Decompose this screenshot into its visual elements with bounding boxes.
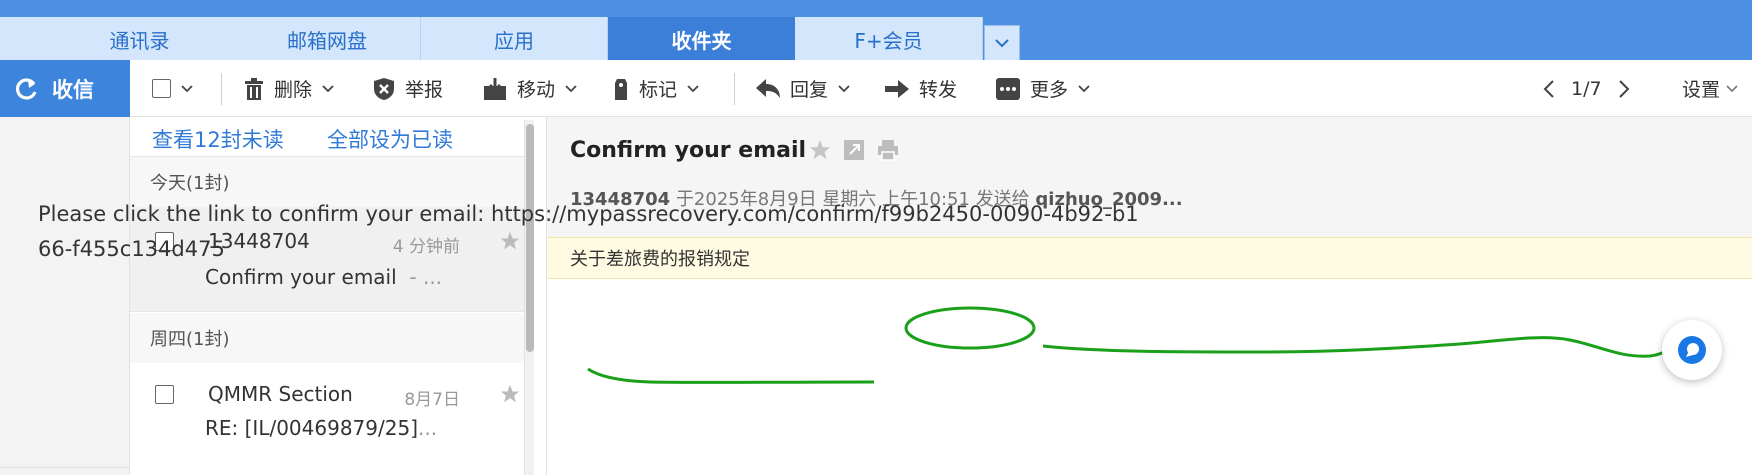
tab-label: 通讯录	[109, 28, 170, 53]
settings-button[interactable]: 设置	[1682, 60, 1748, 117]
reply-icon	[756, 78, 780, 98]
list-scrollbar[interactable]	[524, 120, 534, 475]
reading-pane: Confirm your email 13448704 于2025年8月9日 星…	[547, 117, 1752, 475]
chevron-right-icon[interactable]	[1618, 79, 1630, 99]
delete-button[interactable]: 删除	[244, 60, 344, 117]
tab-more-dropdown[interactable]	[984, 25, 1020, 61]
tab-label: 收件夹	[671, 28, 732, 53]
chevron-left-icon[interactable]	[1543, 79, 1555, 99]
mail-list: 查看12封未读 全部设为已读 今天(1封) 13448704 4 分钟前 Con…	[130, 117, 530, 475]
settings-label: 设置	[1682, 79, 1721, 101]
mail-title: Confirm your email	[570, 138, 807, 163]
move-label: 移动	[517, 79, 556, 101]
report-label: 举报	[405, 79, 444, 101]
select-all-checkbox[interactable]	[152, 60, 203, 117]
tab-label: F+会员	[854, 28, 923, 53]
popout-icon[interactable]	[843, 139, 865, 161]
tag-icon	[615, 78, 627, 100]
list-item[interactable]: QMMR Section 8月7日 RE: [IL/00469879/25]..…	[130, 363, 530, 468]
group-header-thursday: 周四(1封)	[130, 313, 530, 363]
refresh-icon	[15, 77, 37, 100]
mark-all-read-link[interactable]: 全部设为已读	[327, 124, 453, 154]
forward-button[interactable]: 转发	[885, 60, 957, 117]
star-icon[interactable]	[809, 139, 831, 161]
view-unread-link[interactable]: 查看12封未读	[152, 124, 284, 154]
reply-button[interactable]: 回复	[756, 60, 860, 117]
chat-fab-button[interactable]	[1662, 320, 1722, 380]
forward-label: 转发	[919, 79, 958, 101]
star-icon[interactable]	[500, 384, 520, 404]
more-label: 更多	[1030, 79, 1069, 101]
chevron-down-icon	[1078, 84, 1090, 92]
toolbar-divider	[734, 73, 735, 105]
receive-label: 收信	[52, 77, 94, 102]
delete-label: 删除	[274, 79, 313, 101]
mail-snippet: ...	[418, 416, 438, 440]
mark-button[interactable]: 标记	[613, 60, 709, 117]
folder-sidebar	[0, 117, 130, 475]
mail-body: Please click the link to confirm your em…	[38, 197, 1148, 267]
trash-icon	[245, 77, 263, 100]
group-label: 今天(1封)	[150, 173, 230, 194]
mail-subject-line: Confirm your email - ...	[205, 265, 442, 289]
chevron-down-icon	[565, 84, 577, 92]
toolbar-divider	[221, 73, 222, 105]
checkbox[interactable]	[152, 79, 171, 98]
shield-icon	[374, 77, 394, 100]
mail-subject: Confirm your email	[205, 265, 397, 289]
mail-time: 8月7日	[404, 390, 460, 410]
mail-subject-line: RE: [IL/00469879/25]...	[205, 416, 437, 440]
pager: 1/7	[1543, 60, 1630, 117]
chevron-down-icon	[322, 84, 334, 92]
more-icon	[996, 77, 1020, 100]
chevron-down-icon	[687, 84, 699, 92]
chevron-down-icon	[838, 84, 850, 92]
tab-netdisk[interactable]: 邮箱网盘	[234, 17, 421, 61]
reply-label: 回复	[790, 79, 829, 101]
forward-icon	[885, 79, 909, 98]
mail-checkbox[interactable]	[155, 385, 174, 404]
page-indicator: 1/7	[1571, 77, 1602, 100]
move-button[interactable]: 移动	[483, 60, 587, 117]
tab-label: 邮箱网盘	[287, 28, 367, 53]
tab-vip[interactable]: F+会员	[795, 17, 983, 61]
chevron-down-icon	[181, 84, 193, 92]
move-icon	[484, 77, 506, 100]
tab-inbox[interactable]: 收件夹	[608, 17, 795, 61]
list-actions: 查看12封未读 全部设为已读	[130, 117, 530, 157]
chevron-down-icon	[1726, 84, 1738, 92]
group-label: 周四(1封)	[150, 329, 230, 350]
mail-snippet: - ...	[409, 265, 443, 289]
print-icon[interactable]	[877, 139, 899, 161]
chat-fab-icon	[1678, 336, 1706, 364]
more-button[interactable]: 更多	[996, 60, 1100, 117]
mail-header-actions	[809, 139, 899, 161]
mail-sender: QMMR Section	[208, 382, 353, 406]
mail-subject: RE: [IL/00469879/25]	[205, 416, 418, 440]
mark-label: 标记	[639, 79, 678, 101]
report-button[interactable]: 举报	[373, 60, 443, 117]
chevron-down-icon	[995, 38, 1009, 47]
receive-mail-button[interactable]: 收信	[0, 60, 130, 117]
tab-apps[interactable]: 应用	[421, 17, 608, 61]
body-text: Please click the link to confirm your em…	[38, 202, 492, 226]
tab-label: 应用	[494, 28, 534, 53]
